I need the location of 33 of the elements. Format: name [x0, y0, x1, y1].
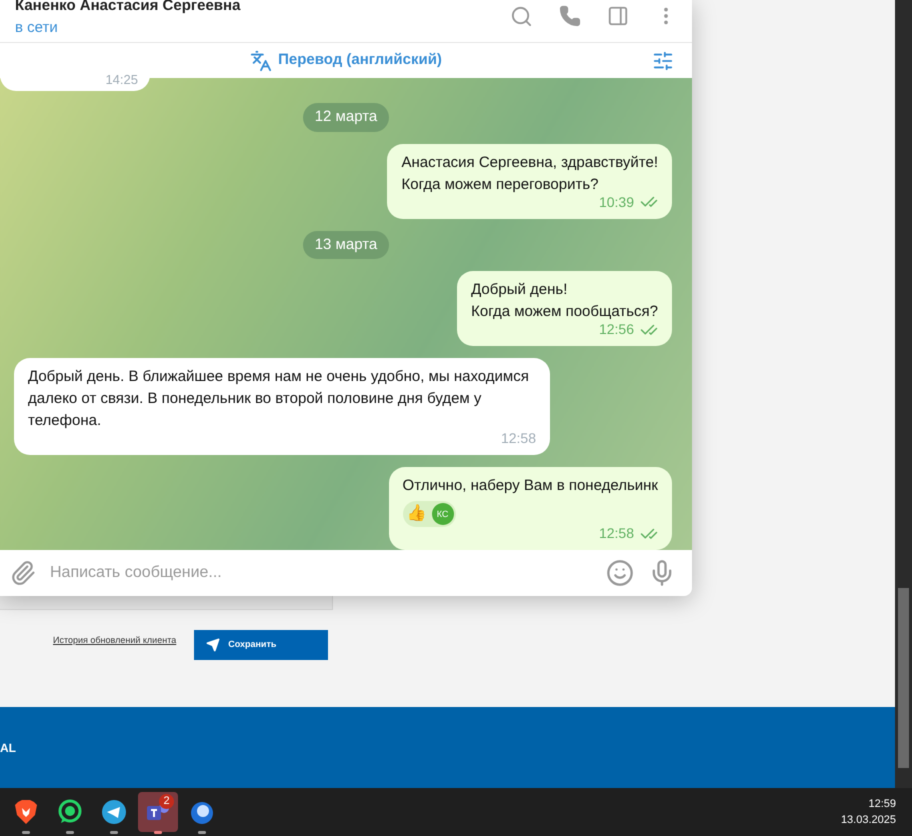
date-chip: 13 марта	[302, 230, 390, 260]
paper-plane-icon	[101, 799, 127, 825]
side-panel-icon[interactable]	[607, 5, 629, 28]
message-time: 12:58	[598, 524, 634, 544]
translate-icon	[250, 50, 272, 72]
update-history-link[interactable]: История обновлений клиента	[53, 634, 176, 648]
message-time: 14:25	[105, 70, 138, 89]
message-time: 10:39	[598, 192, 634, 212]
filter-settings-icon[interactable]	[652, 50, 674, 72]
message-text: Отлично, наберу Вам в понедельинк	[402, 476, 658, 496]
notification-badge: 2	[159, 794, 174, 809]
clock-date: 13.03.2025	[840, 813, 896, 828]
banner-text: AL	[0, 740, 16, 756]
date-chip: 12 марта	[302, 103, 390, 132]
message-input[interactable]: Написать сообщение...	[50, 561, 592, 586]
save-button[interactable]: Сохранить	[194, 630, 328, 660]
clock-time: 12:59	[868, 797, 896, 812]
contact-name: Каненко Анастасия Сергеевна	[15, 0, 242, 16]
attach-icon[interactable]	[10, 560, 36, 586]
emoji-icon[interactable]	[606, 559, 634, 588]
message-time: 12:56	[598, 320, 634, 340]
search-icon[interactable]	[510, 4, 533, 28]
avatar-initials: КС	[432, 503, 454, 526]
phone-icon[interactable]	[559, 5, 581, 28]
message-time: 12:58	[500, 429, 536, 448]
message-text: Анастасия Сергеевна, здравствуйте! Когда можем переговорить?	[401, 152, 658, 195]
send-icon	[206, 638, 220, 652]
reaction-emoji: 👍	[406, 503, 428, 524]
translate-button[interactable]: Перевод (английский)	[250, 49, 442, 72]
taskbar-app-button[interactable]: 2	[138, 792, 178, 832]
online-status: в сети	[15, 18, 59, 38]
message-text: Добрый день. В ближайшее время нам не очень удобно, мы находимся далеко от связи. В понедельник во второй половине дня будем у телефона.	[28, 367, 530, 432]
message-text: Добрый день! Когда можем пообщаться?	[471, 280, 658, 322]
